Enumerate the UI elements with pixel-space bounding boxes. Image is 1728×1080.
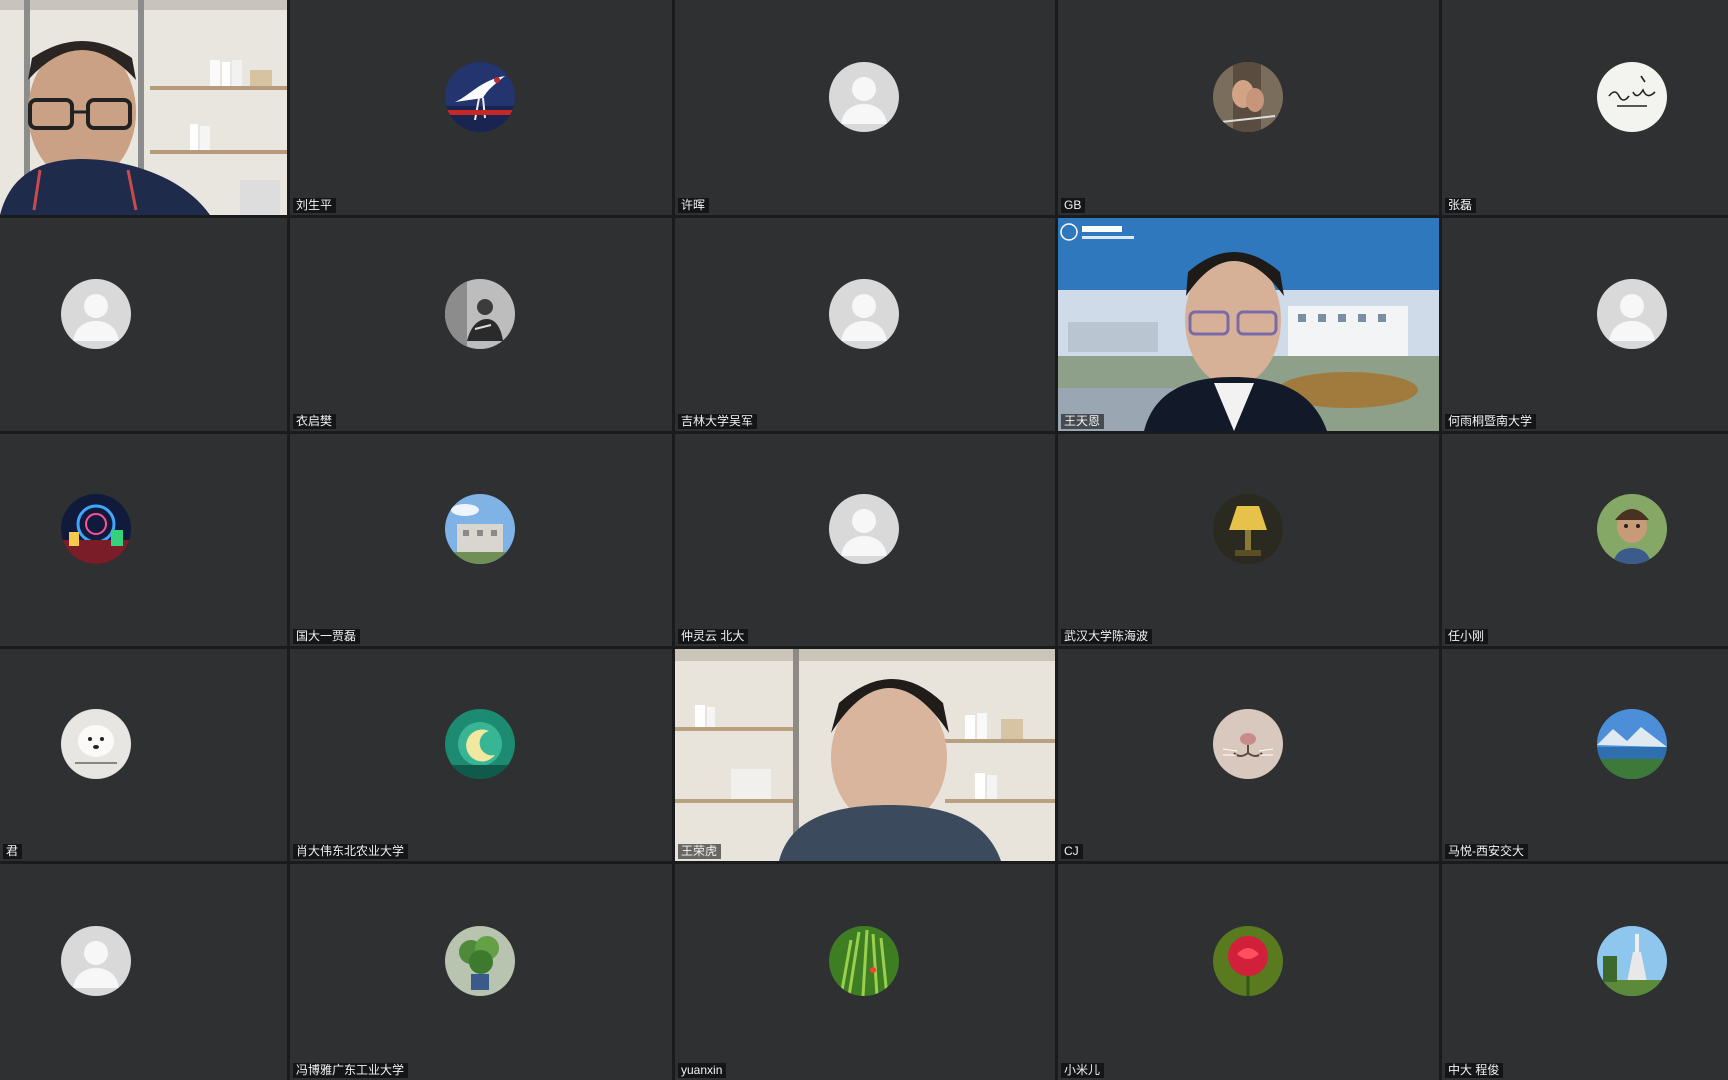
default-avatar <box>1597 279 1667 349</box>
default-avatar <box>829 62 899 132</box>
lake-mountain-avatar <box>1597 709 1667 779</box>
participant-tile[interactable] <box>0 0 287 215</box>
participant-tile[interactable]: 许晖 <box>675 0 1055 215</box>
default-avatar <box>61 926 131 996</box>
participant-tile[interactable]: 国大一贾磊 <box>290 434 672 646</box>
participant-tile[interactable]: 君 <box>0 649 287 861</box>
participant-tile[interactable]: 武汉大学陈海波 <box>1058 434 1439 646</box>
participant-name: 仲灵云 北大 <box>678 629 749 644</box>
participant-tile[interactable]: 王天恩 <box>1058 218 1439 431</box>
participant-name: 王天恩 <box>1061 414 1105 429</box>
participant-tile[interactable]: 张磊 <box>1442 0 1728 215</box>
video-feed <box>1058 218 1439 431</box>
participant-tile[interactable] <box>0 218 287 431</box>
default-avatar <box>829 279 899 349</box>
cat-nose-avatar <box>1213 709 1283 779</box>
participant-name: 何雨桐暨南大学 <box>1445 414 1537 429</box>
participant-name: 马悦-西安交大 <box>1445 844 1528 859</box>
participant-tile[interactable]: 吉林大学吴军 <box>675 218 1055 431</box>
participant-name: 小米儿 <box>1061 1063 1105 1078</box>
night-lights-avatar <box>61 494 131 564</box>
calligraphy-avatar <box>1597 62 1667 132</box>
hands-photo-avatar <box>1213 62 1283 132</box>
puppy-avatar <box>61 709 131 779</box>
participant-name: 武汉大学陈海波 <box>1061 629 1153 644</box>
participant-tile[interactable]: 刘生平 <box>290 0 672 215</box>
participant-tile[interactable]: CJ <box>1058 649 1439 861</box>
bw-photo-avatar <box>445 279 515 349</box>
participant-tile[interactable]: 王荣虎 <box>675 649 1055 861</box>
participant-name: 冯博雅广东工业大学 <box>293 1063 409 1078</box>
participant-tile[interactable]: 中大 程俊 <box>1442 864 1728 1080</box>
participant-name: 衣启樊 <box>293 414 337 429</box>
video-feed <box>675 649 1055 861</box>
participant-grid: 刘生平 许晖 GB 张磊衣启樊 吉林大学吴军 王天恩 何雨桐暨南大学国大一贾磊 仲灵云 北大… <box>0 0 1728 1080</box>
participant-name: CJ <box>1061 844 1083 859</box>
participant-tile[interactable]: 马悦-西安交大 <box>1442 649 1728 861</box>
participant-name: 君 <box>3 844 23 859</box>
participant-tile[interactable]: 冯博雅广东工业大学 <box>290 864 672 1080</box>
participant-tile[interactable] <box>0 434 287 646</box>
child-avatar <box>1597 494 1667 564</box>
participant-name: yuanxin <box>678 1063 727 1078</box>
participant-tile[interactable]: yuanxin <box>675 864 1055 1080</box>
participant-tile[interactable]: 任小刚 <box>1442 434 1728 646</box>
video-feed <box>0 0 287 215</box>
plant-avatar <box>445 926 515 996</box>
participant-name: 国大一贾磊 <box>293 629 361 644</box>
rose-avatar <box>1213 926 1283 996</box>
participant-tile[interactable]: 小米儿 <box>1058 864 1439 1080</box>
wheat-avatar <box>829 926 899 996</box>
participant-name: 许晖 <box>678 198 710 213</box>
participant-name: 肖大伟东北农业大学 <box>293 844 409 859</box>
participant-name: 中大 程俊 <box>1445 1063 1504 1078</box>
default-avatar <box>829 494 899 564</box>
building-sky-avatar <box>445 494 515 564</box>
tower-sky-avatar <box>1597 926 1667 996</box>
participant-tile[interactable]: 仲灵云 北大 <box>675 434 1055 646</box>
participant-name: 任小刚 <box>1445 629 1489 644</box>
participant-tile[interactable]: 何雨桐暨南大学 <box>1442 218 1728 431</box>
lamp-avatar <box>1213 494 1283 564</box>
default-avatar <box>61 279 131 349</box>
participant-name: 王荣虎 <box>678 844 722 859</box>
moon-green-avatar <box>445 709 515 779</box>
participant-name: 刘生平 <box>293 198 337 213</box>
participant-tile[interactable]: 肖大伟东北农业大学 <box>290 649 672 861</box>
participant-tile[interactable]: 衣启樊 <box>290 218 672 431</box>
participant-tile[interactable]: GB <box>1058 0 1439 215</box>
participant-name: 吉林大学吴军 <box>678 414 758 429</box>
participant-name: GB <box>1061 198 1086 213</box>
participant-tile[interactable] <box>0 864 287 1080</box>
crane-avatar <box>445 62 515 132</box>
participant-name: 张磊 <box>1445 198 1477 213</box>
